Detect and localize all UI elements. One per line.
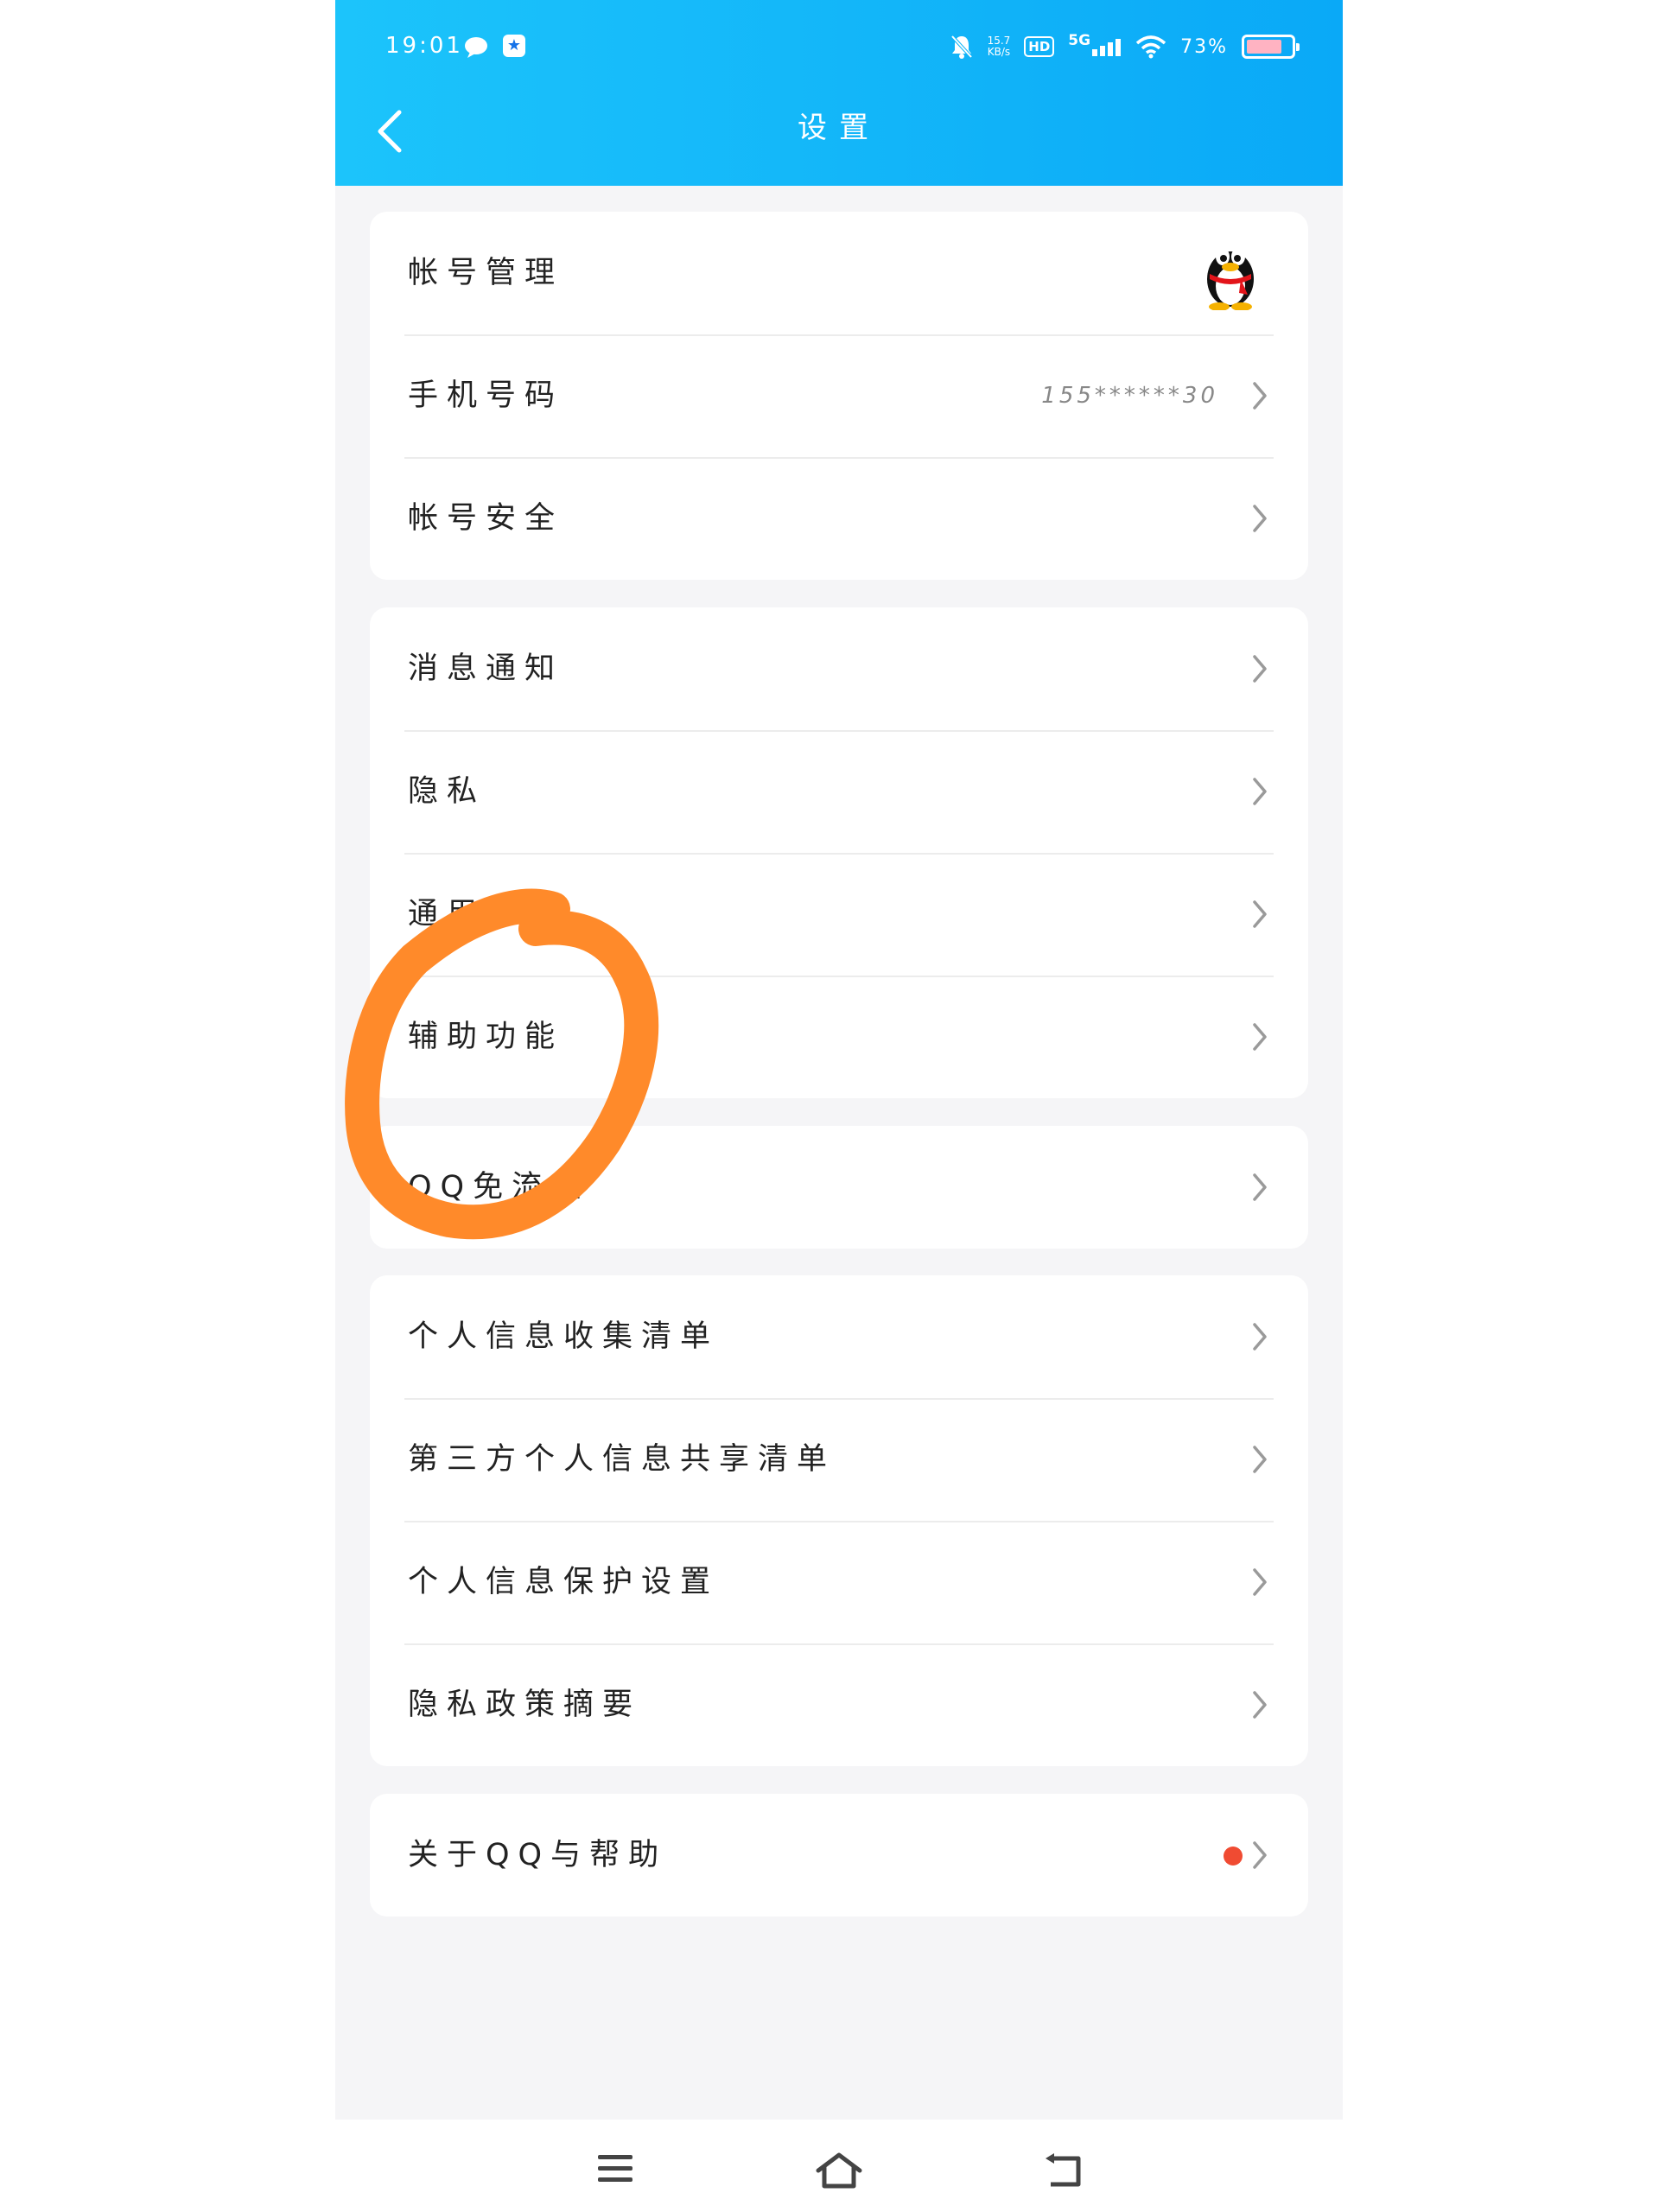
row-label: 通用: [408, 897, 486, 931]
page-title: 设置: [798, 111, 880, 145]
chevron-right-icon: [1253, 1323, 1267, 1351]
phone-number-value: 155******30: [1041, 383, 1218, 409]
chevron-right-icon: [1253, 1841, 1267, 1869]
row-label: 个人信息收集清单: [408, 1319, 720, 1354]
chevron-right-icon: [1253, 1691, 1267, 1719]
chevron-right-icon: [1253, 900, 1267, 928]
chevron-right-icon: [1253, 1173, 1267, 1201]
hd-badge: HD: [1024, 36, 1055, 57]
signal-bars-icon: [1092, 39, 1122, 56]
row-third-party-sharing-list[interactable]: 第三方个人信息共享清单: [370, 1398, 1308, 1521]
home-icon[interactable]: [814, 2152, 864, 2190]
chevron-right-icon: [1253, 1023, 1267, 1051]
row-info-collection-list[interactable]: 个人信息收集清单: [370, 1275, 1308, 1398]
mute-bell-icon: [950, 35, 973, 59]
chevron-right-icon: [1253, 505, 1267, 532]
row-label: 帐号安全: [408, 501, 564, 536]
chevron-right-icon: [1253, 1568, 1267, 1596]
phone-screen: 19:01 ★ 15.7 KB/s HD 5G 73% 设置 帐号管理 手机号码…: [335, 0, 1343, 2120]
about-section: 关于QQ与帮助: [370, 1794, 1308, 1916]
row-qq-free-data[interactable]: QQ免流量: [370, 1126, 1308, 1249]
row-label: 辅助功能: [408, 1020, 564, 1054]
chevron-right-icon: [1253, 655, 1267, 683]
row-label: 隐私政策摘要: [408, 1688, 642, 1722]
battery-icon: [1242, 35, 1300, 59]
row-accessibility[interactable]: 辅助功能: [370, 976, 1308, 1098]
qq-penguin-icon: [1207, 248, 1254, 310]
network-speed: 15.7 KB/s: [988, 35, 1011, 58]
row-label: 手机号码: [408, 378, 564, 413]
status-time: 19:01: [385, 33, 463, 59]
row-label: 消息通知: [408, 652, 564, 686]
general-section: 消息通知 隐私 通用 辅助功能: [370, 607, 1308, 1098]
app-header: 19:01 ★ 15.7 KB/s HD 5G 73% 设置: [335, 0, 1343, 186]
app-notification-icon: ★: [503, 35, 525, 57]
back-nav-icon[interactable]: [1044, 2152, 1084, 2190]
battery-percent: 73%: [1180, 35, 1228, 58]
row-label: 第三方个人信息共享清单: [408, 1442, 836, 1477]
wifi-icon: [1135, 35, 1166, 59]
chevron-right-icon: [1253, 778, 1267, 805]
chevron-right-icon: [1253, 382, 1267, 410]
chat-bubble-icon: [465, 37, 487, 58]
row-message-notifications[interactable]: 消息通知: [370, 607, 1308, 730]
row-about-and-help[interactable]: 关于QQ与帮助: [370, 1794, 1308, 1916]
row-phone-number[interactable]: 手机号码 155******30: [370, 334, 1308, 457]
status-right-group: 15.7 KB/s HD 5G 73%: [950, 29, 1300, 64]
network-speed-unit: KB/s: [987, 46, 1011, 58]
row-info-protection-settings[interactable]: 个人信息保护设置: [370, 1521, 1308, 1643]
row-label: 隐私: [408, 774, 486, 809]
row-label: QQ免流量: [408, 1170, 590, 1205]
row-label: 帐号管理: [408, 256, 564, 290]
menu-icon[interactable]: [596, 2152, 634, 2186]
signal-group: 5G: [1068, 32, 1122, 56]
data-saver-section: QQ免流量: [370, 1126, 1308, 1249]
row-account-security[interactable]: 帐号安全: [370, 457, 1308, 580]
new-badge-dot: [1224, 1847, 1243, 1866]
account-section: 帐号管理 手机号码 155******30 帐号安全: [370, 212, 1308, 580]
network-type: 5G: [1068, 32, 1091, 49]
chevron-right-icon: [1253, 1446, 1267, 1473]
row-privacy-policy-summary[interactable]: 隐私政策摘要: [370, 1643, 1308, 1766]
row-privacy[interactable]: 隐私: [370, 730, 1308, 853]
personal-info-section: 个人信息收集清单 第三方个人信息共享清单 个人信息保护设置 隐私政策摘要: [370, 1275, 1308, 1766]
row-account-management[interactable]: 帐号管理: [370, 212, 1308, 334]
row-general[interactable]: 通用: [370, 853, 1308, 976]
row-label: 个人信息保护设置: [408, 1565, 720, 1599]
row-label: 关于QQ与帮助: [408, 1838, 668, 1872]
